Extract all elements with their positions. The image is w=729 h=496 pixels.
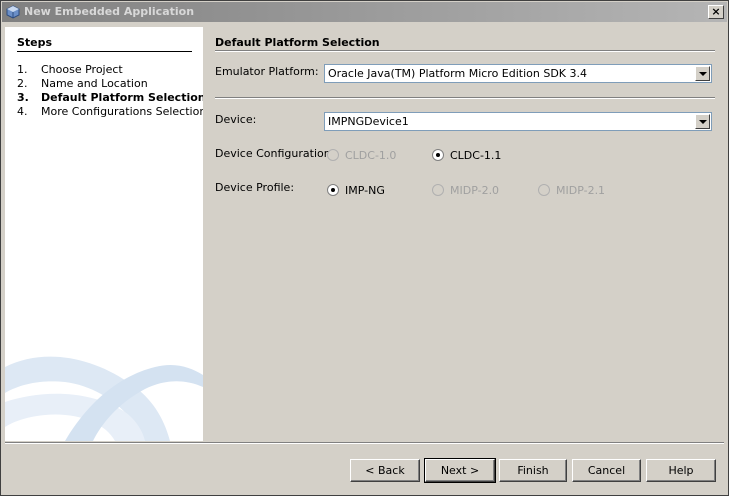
radio-midp-2-1[interactable]: MIDP-2.1 [538, 184, 605, 197]
device-value: IMPNGDevice1 [328, 115, 409, 128]
radio-imp-ng[interactable]: IMP-NG [327, 184, 385, 197]
device-profile-label: Device Profile: [215, 181, 295, 194]
step-item-default-platform: 3. Default Platform Selection [17, 91, 203, 104]
window-title: New Embedded Application [24, 5, 195, 18]
steps-panel: Steps 1. Choose Project 2. Name and Locati… [5, 27, 203, 441]
device-label: Device: [215, 113, 257, 126]
step-number: 4. [17, 105, 28, 118]
radio-cldc-1-1[interactable]: CLDC-1.1 [432, 149, 501, 162]
back-button[interactable]: < Back [350, 459, 420, 482]
step-number: 3. [17, 91, 29, 104]
button-bar-divider [5, 442, 724, 444]
step-item-choose-project: 1. Choose Project [17, 63, 123, 76]
step-label: More Configurations Selection [41, 105, 203, 118]
title-divider [215, 50, 715, 52]
step-item-more-configurations: 4. More Configurations Selection [17, 105, 203, 118]
dialog-window: New Embedded Application × Steps 1. Choos… [0, 0, 729, 496]
device-configuration-label: Device Configuration: [215, 147, 335, 160]
radio-button-icon[interactable] [432, 184, 444, 196]
emulator-platform-value: Oracle Java(TM) Platform Micro Edition S… [328, 67, 588, 80]
finish-button[interactable]: Finish [499, 459, 567, 482]
radio-label: CLDC-1.0 [345, 149, 397, 162]
close-button[interactable]: × [708, 5, 724, 19]
content-panel: Default Platform Selection Emulator Plat… [204, 27, 724, 441]
radio-button-icon[interactable] [538, 184, 550, 196]
cancel-button[interactable]: Cancel [572, 459, 641, 482]
radio-midp-2-0[interactable]: MIDP-2.0 [432, 184, 499, 197]
radio-button-icon[interactable] [327, 149, 339, 161]
radio-button-icon[interactable] [432, 149, 444, 161]
section-divider [215, 97, 715, 99]
netbeans-cube-icon [6, 5, 20, 19]
radio-label: MIDP-2.0 [450, 184, 500, 197]
radio-button-icon[interactable] [327, 184, 339, 196]
step-label: Name and Location [41, 77, 148, 90]
radio-label: MIDP-2.1 [556, 184, 606, 197]
device-select[interactable]: IMPNGDevice1 [324, 112, 712, 131]
chevron-down-icon[interactable] [695, 66, 710, 81]
step-label: Choose Project [41, 63, 123, 76]
chevron-down-icon[interactable] [695, 114, 710, 129]
steps-title: Steps [17, 36, 53, 49]
step-label: Default Platform Selection [41, 91, 203, 104]
step-number: 1. [17, 63, 28, 76]
decorative-swoosh-graphic [5, 356, 203, 441]
radio-label: IMP-NG [345, 184, 385, 197]
radio-label: CLDC-1.1 [450, 149, 502, 162]
title-bar[interactable]: New Embedded Application × [2, 2, 727, 22]
steps-divider [17, 51, 192, 52]
emulator-platform-label: Emulator Platform: [215, 65, 319, 78]
next-button[interactable]: Next > [424, 458, 496, 483]
radio-cldc-1-0[interactable]: CLDC-1.0 [327, 149, 396, 162]
page-title: Default Platform Selection [215, 36, 380, 49]
step-number: 2. [17, 77, 28, 90]
emulator-platform-select[interactable]: Oracle Java(TM) Platform Micro Edition S… [324, 64, 712, 83]
step-item-name-location: 2. Name and Location [17, 77, 148, 90]
help-button[interactable]: Help [646, 459, 716, 482]
